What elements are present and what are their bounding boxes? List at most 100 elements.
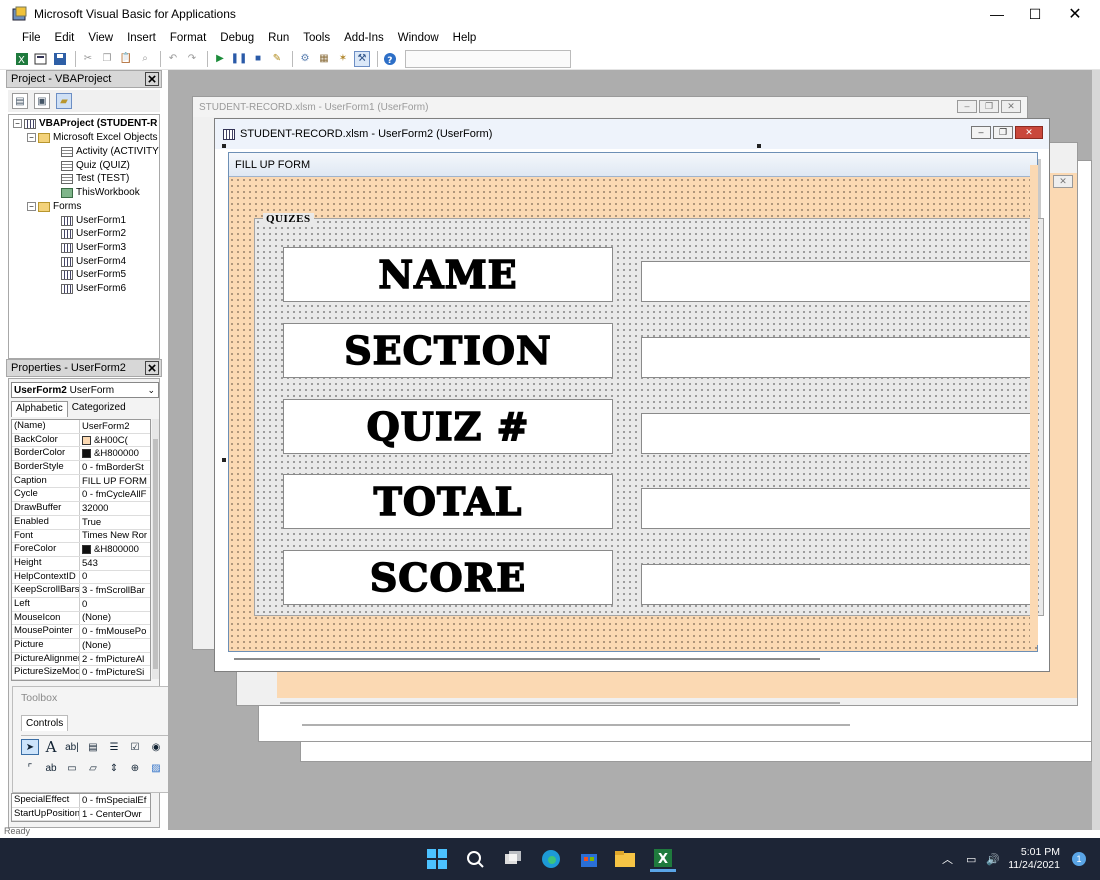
property-value[interactable]: True [80,516,150,529]
menu-format[interactable]: Format [170,32,206,44]
copy-icon[interactable]: ❐ [99,51,115,67]
chevron-down-icon[interactable]: ⌄ [147,385,155,396]
tree-item-quiz[interactable]: Quiz (QUIZ) [61,159,130,172]
menu-file[interactable]: File [22,32,41,44]
insert-object-icon[interactable] [33,51,49,67]
property-value[interactable]: FILL UP FORM [80,475,150,488]
close-properties-pane-icon[interactable]: × [145,361,159,376]
tree-item-activity[interactable]: Activity (ACTIVITY) [61,145,159,158]
menu-run[interactable]: Run [268,32,289,44]
network-icon[interactable]: ▭ [966,838,976,880]
label-score[interactable]: SCORE [283,550,613,605]
multipage-tool-icon[interactable]: ▱ [84,760,102,776]
property-value[interactable]: 0 - fmMousePo [80,625,150,638]
property-value[interactable]: UserForm2 [80,420,150,433]
textbox-total[interactable] [641,488,1036,529]
tree-item-userform5[interactable]: UserForm5 [61,268,126,281]
scrollbar-tool-icon[interactable]: ⇕ [105,760,123,776]
close-icon[interactable]: ✕ [1015,126,1043,139]
collapse-icon[interactable]: − [27,133,36,142]
property-value[interactable]: 2 - fmPictureAl [80,653,150,666]
close-icon[interactable]: ✕ [1053,175,1073,188]
property-value[interactable]: 0 [80,598,150,611]
task-view-icon[interactable] [500,846,526,872]
property-value[interactable]: &H800000 [80,543,150,556]
property-row[interactable]: KeepScrollBarsV 3 - fmScrollBar [12,584,150,598]
close-icon[interactable]: ✕ [1001,100,1021,113]
property-row[interactable]: HelpContextID 0 [12,570,150,585]
tab-controls[interactable]: Controls [21,715,69,731]
property-row[interactable]: DrawBuffer 32000 [12,502,150,516]
search-icon[interactable] [462,846,488,872]
combobox-tool-icon[interactable]: ▤ [84,739,102,755]
property-row[interactable]: Font Times New Ror [12,529,150,544]
menu-insert[interactable]: Insert [127,32,156,44]
view-excel-icon[interactable]: X [14,51,30,67]
property-row[interactable]: Cycle 0 - fmCycleAllF [12,488,150,503]
property-value[interactable]: 0 [80,571,150,584]
property-value[interactable]: 3 - fmScrollBar [80,584,150,597]
restore-icon[interactable]: ❐ [993,126,1013,139]
menu-add-ins[interactable]: Add-Ins [344,32,384,44]
property-row[interactable]: BackColor &H00C( [12,433,150,448]
property-row[interactable]: PictureSizeMode 0 - fmPictureSi [12,666,150,681]
tray-chevron-icon[interactable]: ︿ [942,838,953,880]
close-project-pane-icon[interactable]: × [145,72,159,87]
property-row[interactable]: PictureAlignmen 2 - fmPictureAl [12,652,150,667]
undo-icon[interactable]: ↶ [165,51,181,67]
property-row[interactable]: BorderStyle 0 - fmBorderSt [12,461,150,475]
workspace-scrollbar[interactable] [1092,70,1100,830]
tree-item-userform2[interactable]: UserForm2 [61,227,126,240]
property-value[interactable]: (None) [80,612,150,625]
edge-browser-icon[interactable] [538,846,564,872]
property-row[interactable]: Picture (None) [12,639,150,653]
property-value[interactable]: 1 - CenterOwr [80,808,150,821]
textbox-quiz-number[interactable] [641,413,1036,454]
start-icon[interactable] [424,846,450,872]
file-explorer-icon[interactable] [612,846,638,872]
tree-item-excel-objects[interactable]: − Microsoft Excel Objects [27,131,157,144]
restore-icon[interactable]: ❐ [979,100,999,113]
resize-handle[interactable] [222,458,226,462]
property-row[interactable]: MouseIcon (None) [12,611,150,626]
notification-badge[interactable]: 1 [1072,852,1086,866]
tab-alphabetic[interactable]: Alphabetic [11,401,68,417]
paste-icon[interactable]: 📋 [118,51,134,67]
collapse-icon[interactable]: − [27,202,36,211]
view-object-icon[interactable]: ▣ [34,93,50,109]
minimize-icon[interactable]: – [971,126,991,139]
run-icon[interactable]: ▶ [212,51,228,67]
menu-view[interactable]: View [88,32,113,44]
property-row[interactable]: (Name) UserForm2 [12,420,150,434]
property-value[interactable]: (None) [80,639,150,652]
break-icon[interactable]: ❚❚ [231,51,248,67]
property-row[interactable]: Enabled True [12,515,150,530]
textbox-score[interactable] [641,564,1036,605]
property-row[interactable]: StartUpPosition 1 - CenterOwr [12,807,150,822]
commandbutton-tool-icon[interactable]: ab [42,760,60,776]
tabstrip-tool-icon[interactable]: ▭ [63,760,81,776]
optionbutton-tool-icon[interactable]: ◉ [147,739,165,755]
textbox-name[interactable] [641,261,1036,302]
property-value[interactable]: 0 - fmPictureSi [80,666,150,679]
cut-icon[interactable]: ✂ [80,51,96,67]
form-horizontal-scrollbar[interactable] [234,658,820,660]
property-value[interactable]: Times New Ror [80,530,150,543]
tree-item-forms[interactable]: − Forms [27,200,81,213]
menu-window[interactable]: Window [398,32,439,44]
label-quiz-number[interactable]: QUIZ # [283,399,613,454]
property-row[interactable]: Height 543 [12,556,150,571]
textbox-tool-icon[interactable]: ab| [63,739,81,755]
menu-tools[interactable]: Tools [303,32,330,44]
toolbox-icon[interactable]: ⚒ [354,50,370,67]
property-row[interactable]: MousePointer 0 - fmMousePo [12,625,150,639]
resize-handle[interactable] [222,144,226,148]
property-value[interactable]: 0 - fmBorderSt [80,461,150,474]
property-row[interactable]: BorderColor &H800000 [12,447,150,462]
image-tool-icon[interactable]: ▨ [147,760,165,776]
tab-categorized[interactable]: Categorized [68,401,130,417]
checkbox-tool-icon[interactable]: ☑ [126,739,144,755]
tree-item-userform4[interactable]: UserForm4 [61,255,126,268]
label-section[interactable]: SECTION [283,323,613,378]
collapse-icon[interactable]: − [13,119,22,128]
